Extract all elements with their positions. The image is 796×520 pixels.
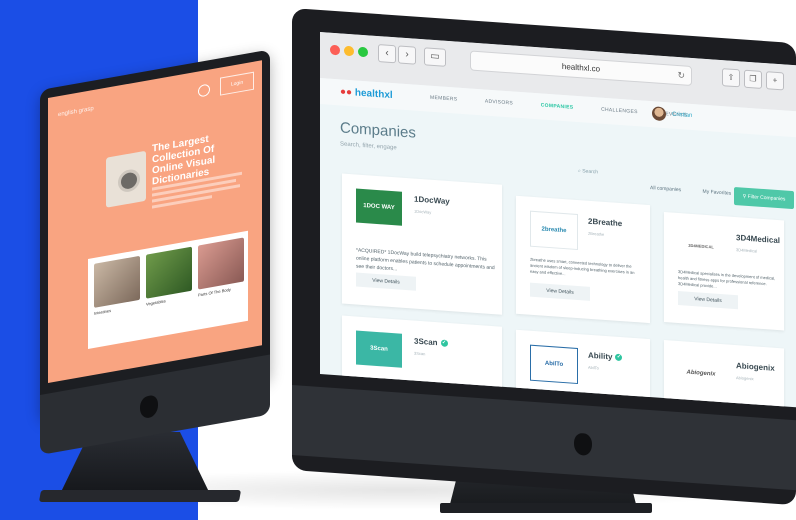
avatar[interactable] xyxy=(652,106,666,122)
left-site-card-row: Intestines Vegetables Parts Of The Body xyxy=(88,230,248,349)
healthxl-logo[interactable]: ●● healthxl xyxy=(340,86,393,101)
maximize-window-button[interactable] xyxy=(358,46,368,58)
company-subtitle: 3D4Medical xyxy=(736,247,758,254)
filter-companies-button[interactable]: ⚲ Filter Companies xyxy=(734,186,794,210)
company-subtitle: 1DocWay xyxy=(414,208,432,215)
tabs-icon[interactable]: ❐ xyxy=(744,69,762,89)
company-description: 2breathe uses smart, connected technolog… xyxy=(530,256,635,277)
card-image xyxy=(198,237,244,290)
nav-advisors[interactable]: ADVISORS xyxy=(485,99,513,107)
company-card[interactable]: Abiogenix Abiogenix Abiogenix xyxy=(664,340,784,408)
verified-check-icon: ✓ xyxy=(615,354,623,362)
address-bar[interactable]: healthxl.co ↻ xyxy=(470,50,692,87)
right-imac-base xyxy=(440,503,652,513)
reload-icon[interactable]: ↻ xyxy=(677,66,685,85)
filter-button-label: Filter Companies xyxy=(747,193,786,203)
company-card[interactable]: 1DOC WAY 1DocWay 1DocWay *ACQUIRED* 1Doc… xyxy=(342,173,502,315)
company-subtitle: Abiogenix xyxy=(736,375,754,382)
view-details-button[interactable]: View Details xyxy=(530,282,590,301)
nav-challenges[interactable]: CHALLENGES xyxy=(601,107,638,116)
user-name[interactable]: Cristian xyxy=(672,112,692,119)
company-name[interactable]: Abiogenix xyxy=(736,361,775,373)
minimize-window-button[interactable] xyxy=(344,45,354,57)
view-details-button[interactable]: View Details xyxy=(678,291,738,310)
company-card[interactable]: 3D4MEDICAL 3D4Medical 3D4Medical 3D4Medi… xyxy=(664,212,784,331)
company-subtitle: 3Scan xyxy=(414,350,426,357)
new-tab-icon[interactable]: + xyxy=(766,71,784,91)
company-logo: 3Scan xyxy=(356,330,402,368)
verified-check-icon: ✓ xyxy=(440,339,448,348)
company-name[interactable]: 3D4Medical xyxy=(736,233,780,245)
nav-companies[interactable]: COMPANIES xyxy=(541,102,574,110)
filter-all-companies[interactable]: All companies xyxy=(650,185,681,193)
left-site-settings-icon[interactable] xyxy=(198,83,210,98)
page-subtitle: Search, filter, engage xyxy=(340,141,397,152)
left-site-card[interactable]: Parts Of The Body xyxy=(198,237,244,305)
close-window-button[interactable] xyxy=(330,44,340,56)
search-input[interactable]: ⌕ Search xyxy=(578,168,598,175)
company-logo: 3D4MEDICAL xyxy=(678,227,724,265)
company-card[interactable]: 2breathe 2Breathe 2Breathe 2breathe uses… xyxy=(516,195,650,324)
company-name[interactable]: Ability ✓ xyxy=(588,350,623,362)
sidebar-toggle-icon[interactable]: ▭ xyxy=(424,47,446,67)
apple-logo-icon xyxy=(574,432,592,456)
filter-icon: ⚲ xyxy=(742,193,747,200)
company-name[interactable]: 1DocWay xyxy=(414,195,450,206)
nav-members[interactable]: MEMBERS xyxy=(430,95,457,103)
company-subtitle: 2Breathe xyxy=(588,230,605,237)
card-image xyxy=(146,246,192,299)
left-imac-screen: english grasp Login The Largest Collecti… xyxy=(48,60,262,384)
company-logo: 2breathe xyxy=(530,210,578,251)
logo-text: healthxl xyxy=(354,87,393,102)
company-name[interactable]: 3Scan ✓ xyxy=(414,337,448,348)
search-placeholder: Search xyxy=(582,168,599,176)
left-site-logo[interactable]: english grasp xyxy=(58,106,94,118)
chevron-right-icon[interactable]: › xyxy=(398,45,416,65)
company-description: 3D4Medical specialises in the developmen… xyxy=(678,269,776,289)
left-site-card[interactable]: Intestines xyxy=(94,255,140,324)
filter-my-favorites[interactable]: My Favorites xyxy=(703,189,732,197)
company-logo: Abiogenix xyxy=(678,355,724,393)
share-icon[interactable]: ⇧ xyxy=(722,68,740,88)
chevron-left-icon[interactable]: ‹ xyxy=(378,44,396,64)
card-image xyxy=(94,255,140,308)
page-title: Companies xyxy=(340,119,416,142)
camera-illustration xyxy=(106,150,146,208)
url-text: healthxl.co xyxy=(561,61,601,74)
company-card[interactable]: AbilTo Ability ✓ AbilTo xyxy=(516,329,650,400)
left-site-card[interactable]: Vegetables xyxy=(146,246,192,315)
company-subtitle: AbilTo xyxy=(588,364,599,371)
company-name[interactable]: 2Breathe xyxy=(588,217,622,228)
company-logo: 1DOC WAY xyxy=(356,188,402,226)
company-name-text: Ability xyxy=(588,350,613,362)
left-site-login-button[interactable]: Login xyxy=(220,71,254,96)
company-logo: AbilTo xyxy=(530,344,578,385)
view-details-button[interactable]: View Details xyxy=(356,272,416,291)
company-name-text: 3Scan xyxy=(414,336,438,348)
right-imac-screen: ‹ › ▭ healthxl.co ↻ ⇧ ❐ + ●● healthxl ME… xyxy=(320,32,796,408)
